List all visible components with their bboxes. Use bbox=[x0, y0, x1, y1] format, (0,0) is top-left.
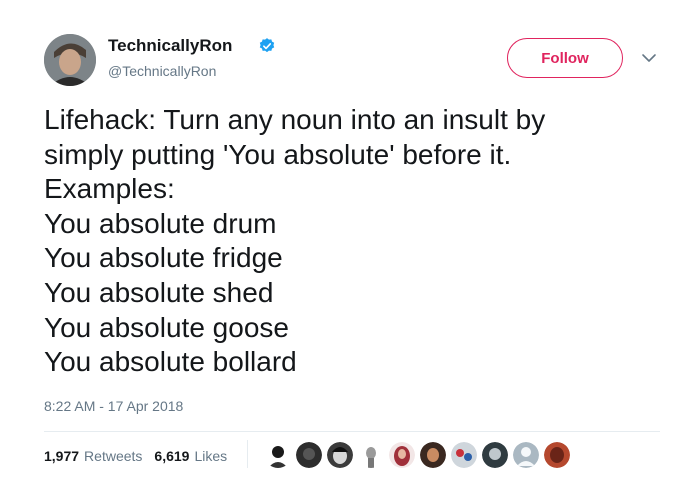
liker-avatar[interactable] bbox=[296, 442, 322, 468]
divider bbox=[44, 431, 660, 432]
liker-avatar[interactable] bbox=[544, 442, 570, 468]
tweet-line: Lifehack: Turn any noun into an insult b… bbox=[44, 104, 546, 135]
tweet-line: You absolute drum bbox=[44, 207, 277, 239]
liker-avatar[interactable] bbox=[482, 442, 508, 468]
liker-avatars bbox=[265, 442, 575, 468]
retweets-label: Retweets bbox=[84, 448, 143, 464]
follow-button[interactable]: Follow bbox=[507, 38, 623, 78]
liker-avatar[interactable] bbox=[451, 442, 477, 468]
likes-stat[interactable]: 6,619 Likes bbox=[154, 448, 227, 464]
liker-avatar[interactable] bbox=[513, 442, 539, 468]
tweet-stats: 1,977 Retweets 6,619 Likes bbox=[44, 448, 239, 464]
tweet-line: You absolute fridge bbox=[44, 242, 283, 274]
tweet-line: simply putting 'You absolute' before it. bbox=[44, 138, 512, 170]
author-avatar[interactable] bbox=[44, 34, 96, 86]
tweet-card: TechnicallyRon @TechnicallyRon Follow Li… bbox=[0, 0, 700, 482]
chevron-down-icon[interactable] bbox=[641, 52, 657, 64]
tweet-text: Lifehack: Turn any noun into an insult b… bbox=[44, 103, 684, 380]
tweet-line: You absolute shed bbox=[44, 276, 274, 308]
retweets-stat[interactable]: 1,977 Retweets bbox=[44, 448, 142, 464]
tweet-line: You absolute goose bbox=[44, 311, 289, 343]
retweets-count: 1,977 bbox=[44, 448, 80, 464]
tweet-line: You absolute bollard bbox=[44, 346, 297, 378]
stats-separator bbox=[247, 440, 248, 468]
tweet-line: Examples: bbox=[44, 173, 175, 205]
likes-label: Likes bbox=[194, 448, 228, 464]
tweet-timestamp[interactable]: 8:22 AM - 17 Apr 2018 bbox=[44, 398, 183, 414]
verified-badge-icon bbox=[259, 38, 275, 53]
liker-avatar[interactable] bbox=[420, 442, 446, 468]
liker-avatar[interactable] bbox=[358, 442, 384, 468]
liker-avatar[interactable] bbox=[327, 442, 353, 468]
author-name[interactable]: TechnicallyRon bbox=[108, 36, 232, 56]
liker-avatar[interactable] bbox=[389, 442, 415, 468]
likes-count: 6,619 bbox=[154, 448, 190, 464]
author-handle[interactable]: @TechnicallyRon bbox=[108, 63, 216, 79]
liker-avatar[interactable] bbox=[265, 442, 291, 468]
